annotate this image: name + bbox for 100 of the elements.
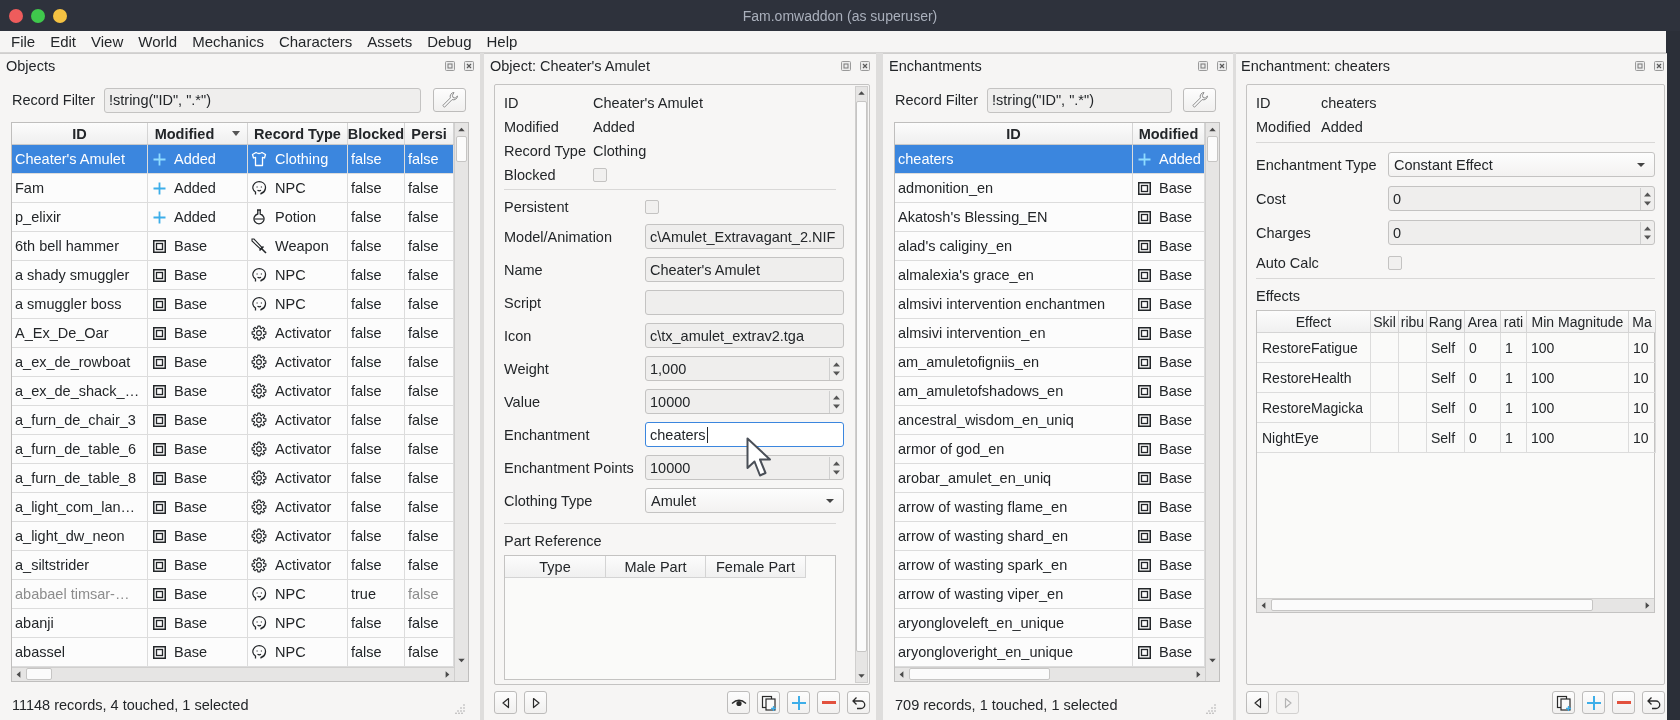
column-header[interactable]: Rang xyxy=(1427,311,1465,333)
column-header[interactable]: Area xyxy=(1465,311,1501,333)
table-row[interactable]: a_light_com_lan… Base Activator false false xyxy=(12,493,454,522)
table-row[interactable]: arrow of wasting viper_en Base xyxy=(895,580,1205,609)
checkbox[interactable] xyxy=(645,200,659,214)
table-row[interactable]: almsivi intervention enchantmen Base xyxy=(895,290,1205,319)
delete-button[interactable] xyxy=(1612,691,1635,714)
menu-item[interactable]: Mechanics xyxy=(185,31,271,52)
table-row[interactable]: aryongloveleft_en_unique Base xyxy=(895,609,1205,638)
spin-field[interactable]: 0 xyxy=(1388,220,1655,245)
close-icon[interactable] xyxy=(860,61,870,71)
table-row[interactable]: a_furn_de_table_8 Base Activator false false xyxy=(12,464,454,493)
maximize-button[interactable] xyxy=(31,8,45,23)
table-row[interactable]: am_amuletofigniis_en Base xyxy=(895,348,1205,377)
column-header[interactable]: rati xyxy=(1501,311,1527,333)
view-button[interactable] xyxy=(727,691,750,714)
column-header[interactable]: Modified xyxy=(148,123,248,144)
table-row[interactable]: A_Ex_De_Oar Base Activator false false xyxy=(12,319,454,348)
table-row[interactable]: admonition_en Base xyxy=(895,174,1205,203)
table-row[interactable]: Akatosh's Blessing_EN Base xyxy=(895,203,1205,232)
vertical-scrollbar[interactable] xyxy=(454,123,468,681)
column-header[interactable]: Skil xyxy=(1371,311,1399,333)
column-header[interactable]: ID xyxy=(895,123,1133,144)
table-row[interactable]: a_ex_de_shack_… Base Activator false false xyxy=(12,377,454,406)
horizontal-scrollbar[interactable] xyxy=(895,667,1205,681)
filter-field[interactable]: !string("ID", ".*") xyxy=(104,87,421,113)
table-row[interactable]: a_siltstrider Base Activator false false xyxy=(12,551,454,580)
table-row[interactable]: ababael timsar-… Base NPC true false xyxy=(12,580,454,609)
previous-button[interactable] xyxy=(1246,691,1269,714)
menu-item[interactable]: Edit xyxy=(43,31,84,52)
text-field[interactable]: c\Amulet_Extravagant_2.NIF xyxy=(645,224,844,249)
column-header[interactable]: Blocked xyxy=(348,123,405,144)
column-header[interactable]: Ma xyxy=(1629,311,1656,333)
close-icon[interactable] xyxy=(1654,61,1664,71)
text-field[interactable]: Cheater's Amulet xyxy=(645,257,844,282)
table-row[interactable]: Fam Added NPC false false xyxy=(12,174,454,203)
table-row[interactable]: abanji Base NPC false false xyxy=(12,609,454,638)
scrollbar-thumb[interactable] xyxy=(456,136,467,162)
minimize-button[interactable] xyxy=(53,8,67,23)
column-header[interactable]: Type xyxy=(505,556,606,578)
table-row[interactable]: a smuggler boss Base NPC false false xyxy=(12,290,454,319)
dropdown[interactable]: Constant Effect xyxy=(1388,152,1655,177)
table-row[interactable]: almalexia's grace_en Base xyxy=(895,261,1205,290)
filter-field[interactable]: !string("ID", ".*") xyxy=(987,87,1172,113)
next-button[interactable] xyxy=(524,691,547,714)
scrollbar-thumb[interactable] xyxy=(1207,136,1218,162)
column-header[interactable]: Male Part xyxy=(606,556,706,578)
column-header[interactable]: ribu xyxy=(1399,311,1427,333)
spin-arrows-icon[interactable] xyxy=(829,390,843,413)
table-row[interactable]: alad's caliginy_en Base xyxy=(895,232,1205,261)
table-row[interactable]: p_elixir Added Potion false false xyxy=(12,203,454,232)
spin-arrows-icon[interactable] xyxy=(829,357,843,380)
table-row[interactable]: a_light_dw_neon Base Activator false false xyxy=(12,522,454,551)
table-row[interactable]: a shady smuggler Base NPC false false xyxy=(12,261,454,290)
column-header[interactable]: Female Part xyxy=(706,556,806,578)
table-row[interactable]: armor of god_en Base xyxy=(895,435,1205,464)
table-row[interactable]: cheaters Added xyxy=(895,145,1205,174)
column-header[interactable]: ID xyxy=(12,123,148,144)
close-icon[interactable] xyxy=(1217,61,1227,71)
text-field[interactable]: cheaters xyxy=(645,422,844,447)
menu-item[interactable]: View xyxy=(84,31,131,52)
resize-grip-icon[interactable] xyxy=(455,704,465,714)
scrollbar-thumb[interactable] xyxy=(26,668,52,680)
horizontal-scrollbar[interactable] xyxy=(12,667,454,681)
resize-grip-icon[interactable] xyxy=(1206,704,1216,714)
table-row[interactable]: a_ex_de_rowboat Base Activator false false xyxy=(12,348,454,377)
close-icon[interactable] xyxy=(464,61,474,71)
spin-arrows-icon[interactable] xyxy=(829,456,843,479)
checkbox[interactable] xyxy=(593,168,607,182)
menu-item[interactable]: Characters xyxy=(271,31,360,52)
column-header[interactable]: Effect xyxy=(1257,311,1371,333)
scrollbar-thumb[interactable] xyxy=(909,668,1050,680)
menu-item[interactable]: File xyxy=(4,31,43,52)
table-row[interactable]: aryongloveright_en_unique Base xyxy=(895,638,1205,667)
table-row[interactable]: arrow of wasting spark_en Base xyxy=(895,551,1205,580)
text-field[interactable] xyxy=(645,290,844,315)
spin-field[interactable]: 10000 xyxy=(645,389,844,414)
horizontal-scrollbar[interactable] xyxy=(1257,598,1654,612)
table-row[interactable]: 6th bell hammer Base Weapon false false xyxy=(12,232,454,261)
column-header[interactable]: Min Magnitude xyxy=(1527,311,1629,333)
close-button[interactable] xyxy=(9,8,23,23)
previous-button[interactable] xyxy=(494,691,517,714)
table-row[interactable]: arrow of wasting shard_en Base xyxy=(895,522,1205,551)
scrollbar-thumb[interactable] xyxy=(1271,599,1593,611)
vertical-scrollbar[interactable] xyxy=(1205,123,1219,681)
table-row[interactable]: am_amuletofshadows_en Base xyxy=(895,377,1205,406)
table-row[interactable]: Cheater's Amulet Added Clothing false false xyxy=(12,145,454,174)
table-row[interactable]: almsivi intervention_en Base xyxy=(895,319,1205,348)
table-row[interactable]: arobar_amulet_en_uniq Base xyxy=(895,464,1205,493)
delete-button[interactable] xyxy=(817,691,840,714)
checkbox[interactable] xyxy=(1388,256,1402,270)
table-row[interactable]: abassel Base NPC false false xyxy=(12,638,454,667)
spin-field[interactable]: 1,000 xyxy=(645,356,844,381)
table-row[interactable]: a_furn_de_chair_3 Base Activator false false xyxy=(12,406,454,435)
scrollbar-thumb[interactable] xyxy=(856,101,867,652)
spin-field[interactable]: 0 xyxy=(1388,186,1655,211)
dropdown[interactable]: Amulet xyxy=(645,488,844,513)
menu-item[interactable]: Help xyxy=(479,31,525,52)
revert-button[interactable] xyxy=(1642,691,1665,714)
clone-button[interactable] xyxy=(1552,691,1575,714)
